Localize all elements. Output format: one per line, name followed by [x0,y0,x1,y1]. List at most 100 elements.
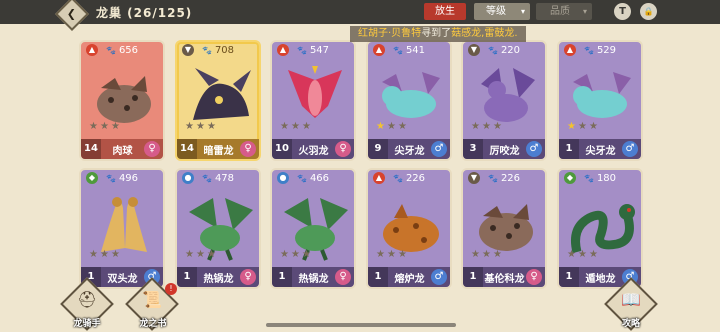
dragon-card[interactable]: ▲ 🐾 226 ★ ★ ★ 1 熔炉龙 ♂ [366,168,452,289]
dragon-card[interactable]: ● 🐾 466 ★ ★ ★ 1 热锅龙 ♀ [270,168,356,289]
star-icon: ★ [207,121,216,132]
paw-icon: 🐾 [487,45,498,55]
dragon-name: 尖牙龙 [394,145,425,157]
star-rating: ★ ★ ★ [376,122,408,132]
star-icon: ★ [398,249,407,260]
star-rating: ★ ★ ★ [280,122,312,132]
paw-icon: 🐾 [105,173,116,183]
star-icon: ★ [302,249,311,260]
earth-element-icon: ▼ [182,44,194,56]
water-element-icon: ● [182,172,194,184]
lock-icon[interactable]: 🔒 [640,3,657,20]
gender-icon: ♂ [431,269,447,285]
dragon-card[interactable]: ▼ 🐾 220 ★ ★ ★ 3 厉咬龙 ♂ [461,40,547,161]
star-icon: ★ [302,121,311,132]
level-badge: 10 [272,139,292,159]
open-book-icon: 📖 [621,290,641,309]
card-footer: 9 尖牙龙 ♂ [368,139,450,159]
discovery-notice: 红胡子·贝鲁特寻到了菇感龙,雷鼓龙. [350,26,526,42]
back-button[interactable]: ❮ [55,0,89,31]
dragon-name: 肉球 [112,145,133,157]
level-badge: 14 [81,139,101,159]
gender-icon: ♀ [240,141,256,157]
card-header: ▲ 🐾 226 [368,170,450,186]
star-icon: ★ [111,121,120,132]
sort-dropdown[interactable]: 等级 ▾ [474,3,530,20]
card-footer: 1 基伦科龙 ♀ [463,267,545,287]
power-value: 466 [309,172,330,184]
dragon-card[interactable]: ◆🐾496★★★1双头龙♂ [79,168,165,289]
earth-element-icon: ▼ [468,44,480,56]
quality-label: 品质 [550,6,570,17]
paw-icon: 🐾 [392,45,403,55]
paw-icon: 🐾 [583,45,594,55]
power-value: 496 [118,172,139,184]
power-value: 220 [500,44,521,56]
power-value: 529 [596,44,617,56]
star-icon: ★ [100,249,109,260]
card-footer: 14 肉球 ♀ [81,139,163,159]
dragon-name: 热锅龙 [298,273,329,285]
star-icon: ★ [196,249,205,260]
power-value: 226 [500,172,521,184]
card-footer: 1 尖牙龙 ♂ [559,139,641,159]
dragon-card[interactable]: ● 🐾 478 ★ ★ ★ 1 热锅龙 ♀ [175,168,261,289]
paw-icon: 🐾 [296,173,307,183]
power-value: 478 [214,172,235,184]
notice-player: 红胡子·贝鲁特 [358,28,422,39]
sort-label: 等级 [486,6,506,17]
star-icon: ★ [398,121,407,132]
dragon-card[interactable]: ▼ 🐾 708 ★ ★ ★ 14 暗雷龙 ♀ [175,40,261,161]
star-rating: ★ ★ ★ [280,250,312,260]
guide-label: 攻略 [621,319,640,329]
card-header: ▲ 🐾 656 [81,42,163,58]
notice-found: 菇感龙,雷鼓龙. [451,28,518,39]
star-rating: ★ ★ ★ [89,122,121,132]
gender-icon: ♂ [622,141,638,157]
filter-icon[interactable]: T [614,3,631,20]
star-icon: ★ [387,249,396,260]
star-icon: ★ [589,121,598,132]
level-badge: 1 [272,267,292,287]
paw-icon: 🐾 [392,173,403,183]
gender-icon: ♀ [335,141,351,157]
card-header: ◆ 🐾 180 [559,170,641,186]
star-icon: ★ [89,249,98,260]
notification-badge: ! [165,283,177,295]
star-icon: ★ [89,121,98,132]
star-icon: ★ [387,121,396,132]
dragon-card[interactable]: ▲ 🐾 541 ★ ★ ★ 9 尖牙龙 ♂ [366,40,452,161]
dragon-card[interactable]: ▲ 🐾 656 ★ ★ ★ 14 肉球 ♀ [79,40,165,161]
quality-dropdown[interactable]: 品质 ▾ [536,3,592,20]
star-icon: ★ [493,121,502,132]
card-header: ▲ 🐾 547 [272,42,354,58]
power-value: 180 [596,172,617,184]
star-icon: ★ [482,121,491,132]
card-footer: 1 熔炉龙 ♂ [368,267,450,287]
dragon-name: 尖牙龙 [585,145,616,157]
star-rating: ★ ★ ★ [471,122,503,132]
star-icon: ★ [291,249,300,260]
level-badge: 1 [177,267,197,287]
dragon-card[interactable]: ◆🐾180★★★1遁地龙♂ [557,168,643,289]
card-footer: 10 火羽龙 ♀ [272,139,354,159]
level-badge: 1 [463,267,483,287]
star-icon: ★ [280,249,289,260]
power-value: 656 [118,44,139,56]
dragon-card[interactable]: ▼ 🐾 226 ★ ★ ★ 1 基伦科龙 ♀ [461,168,547,289]
release-button[interactable]: 放生 [424,3,466,20]
level-badge: 14 [177,139,197,159]
dragon-card[interactable]: ▲ 🐾 547 ★ ★ ★ 10 火羽龙 ♀ [270,40,356,161]
earth-element-icon: ▼ [468,172,480,184]
dragon-card[interactable]: ▲ 🐾 529 ★ ★ ★ 1 尖牙龙 ♂ [557,40,643,161]
star-icon: ★ [376,249,385,260]
fire-element-icon: ▲ [373,172,385,184]
water-element-icon: ● [277,172,289,184]
star-icon: ★ [376,121,385,132]
star-icon: ★ [482,249,491,260]
page-title: 龙巢 (26/125) [96,6,193,20]
card-footer: 3 厉咬龙 ♂ [463,139,545,159]
star-icon: ★ [578,249,587,260]
star-icon: ★ [291,121,300,132]
fire-element-icon: ▲ [86,44,98,56]
